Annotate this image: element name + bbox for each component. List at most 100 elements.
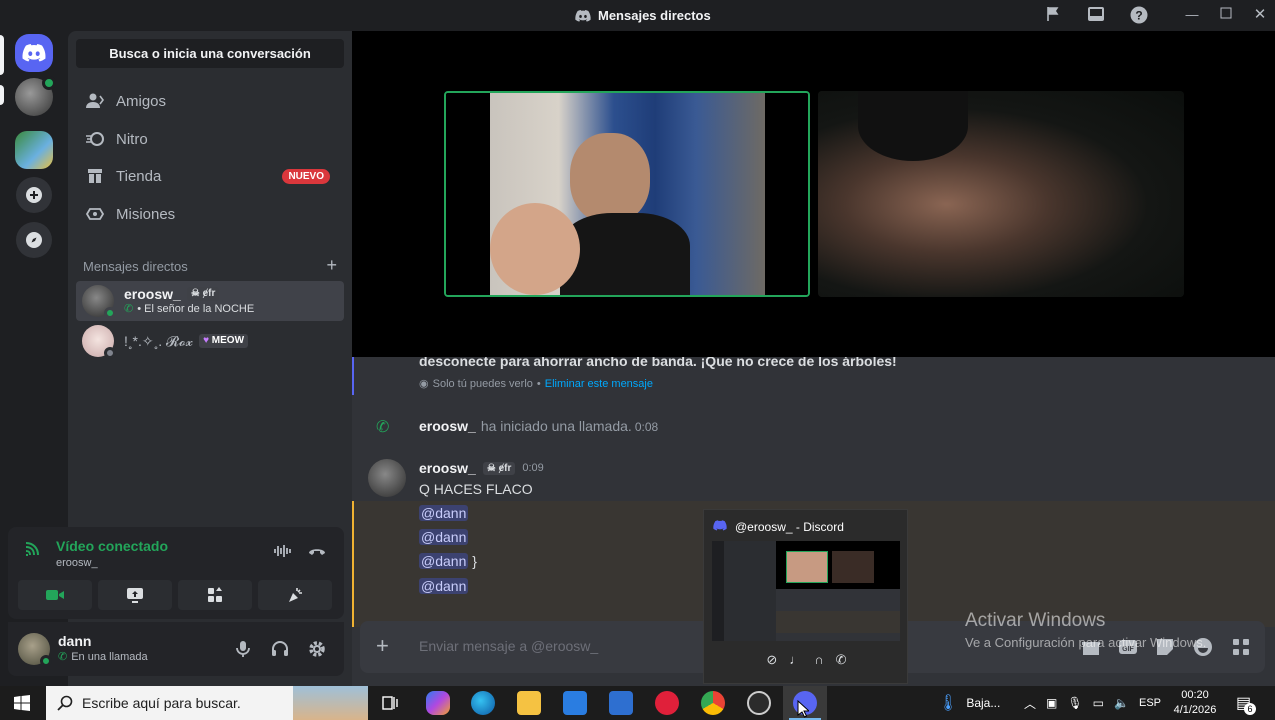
copilot-icon[interactable] — [426, 691, 450, 715]
outlook-icon[interactable] — [609, 691, 633, 715]
close-icon[interactable]: ✕ — [1251, 6, 1269, 24]
noise-suppression-icon[interactable] — [274, 544, 292, 558]
window-title: Mensajes directos — [575, 8, 711, 23]
clan-tag: ♥ MEOW — [199, 333, 249, 348]
ephemeral-note-text: Solo tú puedes verlo — [432, 377, 533, 390]
inbox-icon[interactable] — [1087, 6, 1105, 24]
user-mention[interactable]: @dann — [419, 553, 469, 569]
discover-button[interactable] — [16, 222, 52, 258]
nav-shop[interactable]: Tienda NUEVO — [76, 158, 344, 194]
plus-icon — [26, 187, 42, 203]
dm-avatar-eroosw[interactable] — [15, 76, 56, 116]
user-mention[interactable]: @dann — [419, 529, 469, 545]
media-player-icon[interactable] — [655, 691, 679, 715]
flag-icon[interactable] — [1044, 6, 1062, 24]
video-tile-dann[interactable] — [818, 91, 1184, 297]
system-message-text: desconecte para ahorrar ancho de banda. … — [419, 357, 897, 369]
screen-share-button[interactable] — [98, 580, 172, 610]
attach-plus-icon[interactable]: + — [376, 635, 389, 657]
dm-name: !˳*.✧˳. 𝓡𝓸𝔁 — [124, 332, 194, 349]
home-button[interactable] — [15, 34, 53, 72]
activities-button[interactable] — [178, 580, 252, 610]
meet-now-icon[interactable]: ▣ — [1046, 696, 1057, 710]
add-server-button[interactable] — [16, 177, 52, 213]
user-avatar[interactable] — [18, 633, 52, 667]
nav-nitro[interactable]: Nitro — [76, 121, 344, 157]
notification-center[interactable]: ▤ 6 — [1236, 686, 1256, 720]
mention-line: @dann } — [419, 553, 477, 569]
apps-icon[interactable] — [1231, 637, 1251, 657]
create-dm-plus-icon[interactable]: + — [326, 256, 337, 274]
voice-channel-name[interactable]: eroosw_ — [56, 557, 98, 569]
compass-icon — [26, 232, 42, 248]
headphones-icon[interactable] — [270, 639, 290, 659]
find-conversation-button[interactable]: Busca o inicia una conversación — [76, 39, 344, 68]
offline-status-dot — [104, 347, 116, 359]
file-explorer-icon[interactable] — [517, 691, 541, 715]
headphones-icon[interactable]: ∩ — [814, 652, 823, 668]
taskbar-search-placeholder: Escribe aquí para buscar. — [82, 695, 241, 711]
nav-label: Amigos — [116, 92, 167, 110]
nav-quests[interactable]: Misiones — [76, 196, 344, 232]
disconnect-icon[interactable] — [307, 546, 327, 556]
phone-icon: ✆ — [58, 650, 68, 663]
volume-icon[interactable]: 🔈 — [1114, 696, 1129, 710]
title-bar: Mensajes directos ? — ✕ — [0, 0, 1275, 31]
nav-friends[interactable]: Amigos — [76, 83, 344, 119]
minimize-icon[interactable]: — — [1183, 6, 1201, 24]
thermometer-icon: 🌡 — [938, 695, 959, 712]
chevron-up-icon[interactable]: ︿ — [1024, 695, 1036, 712]
soundboard-button[interactable] — [258, 580, 332, 610]
task-view-icon[interactable] — [381, 694, 399, 712]
hangup-icon[interactable]: ✆ — [836, 652, 847, 668]
message-author[interactable]: eroosw_ — [419, 460, 476, 476]
search-icon — [57, 695, 73, 711]
preview-thumbnail — [712, 541, 900, 641]
dm-item-rox[interactable]: !˳*.✧˳. 𝓡𝓸𝔁 ♥ MEOW — [76, 321, 344, 361]
taskbar-search[interactable]: Escribe aquí para buscar. — [46, 686, 368, 720]
clan-tag-text: MEOW — [211, 334, 245, 346]
microphone-icon[interactable]: ♩ — [789, 652, 802, 668]
microphone-icon[interactable] — [233, 639, 253, 659]
weather-text: Baja... — [966, 696, 1001, 710]
camera-button[interactable] — [18, 580, 92, 610]
settings-gear-icon[interactable] — [307, 639, 327, 659]
shop-icon — [86, 167, 104, 185]
avatar — [82, 285, 116, 319]
microphone-icon[interactable]: 🎙 — [1067, 696, 1082, 710]
microsoft-store-icon[interactable] — [563, 691, 587, 715]
dm-section-header: Mensajes directos + — [83, 256, 337, 274]
voice-status-title: Vídeo conectado — [56, 538, 169, 554]
ephemeral-separator: • — [536, 377, 541, 390]
edge-icon[interactable] — [471, 691, 495, 715]
mention-line: @dann — [419, 505, 469, 521]
notification-count: 6 — [1244, 703, 1256, 715]
dm-item-eroosw[interactable]: eroosw_ ☠ ɇfr ✆ • El señor de la NOCHE — [76, 281, 344, 321]
camera-off-icon[interactable]: ⊘ — [766, 652, 777, 668]
clock[interactable]: 00:20 4/1/2026 — [1172, 686, 1218, 720]
user-mention[interactable]: @dann — [419, 505, 469, 521]
chrome-icon[interactable] — [701, 691, 725, 715]
mention-line: @dann — [419, 578, 469, 594]
clan-tag: ☠ ɇfr — [482, 461, 516, 475]
server-icon[interactable] — [15, 131, 53, 169]
call-user-name[interactable]: eroosw_ — [419, 418, 476, 434]
help-icon[interactable]: ? — [1130, 6, 1148, 24]
online-status-dot — [40, 655, 52, 667]
message-author-avatar[interactable] — [368, 459, 406, 497]
network-icon[interactable]: ▭ — [1093, 696, 1104, 710]
taskbar-preview[interactable]: @eroosw_ - Discord ⊘ ♩ ∩ ✆ — [703, 509, 908, 684]
call-started-phone-icon: ✆ — [376, 419, 390, 436]
weather-widget[interactable]: 🌡 Baja... — [938, 686, 1000, 720]
delete-message-link[interactable]: Eliminar este mensaje — [545, 378, 653, 390]
video-tile-eroosw[interactable] — [444, 91, 810, 297]
user-mention[interactable]: @dann — [419, 578, 469, 594]
discord-logo-icon — [22, 44, 46, 62]
user-panel: dann ✆ En una llamada — [8, 622, 344, 676]
language-indicator[interactable]: ESP — [1139, 686, 1161, 720]
nitro-icon — [86, 130, 104, 148]
gauge-app-icon[interactable] — [747, 691, 771, 715]
windows-start-icon[interactable] — [14, 695, 30, 711]
windows-activation-watermark: Activar Windows Ve a Configuración para … — [965, 610, 1206, 650]
maximize-icon[interactable] — [1217, 6, 1235, 24]
